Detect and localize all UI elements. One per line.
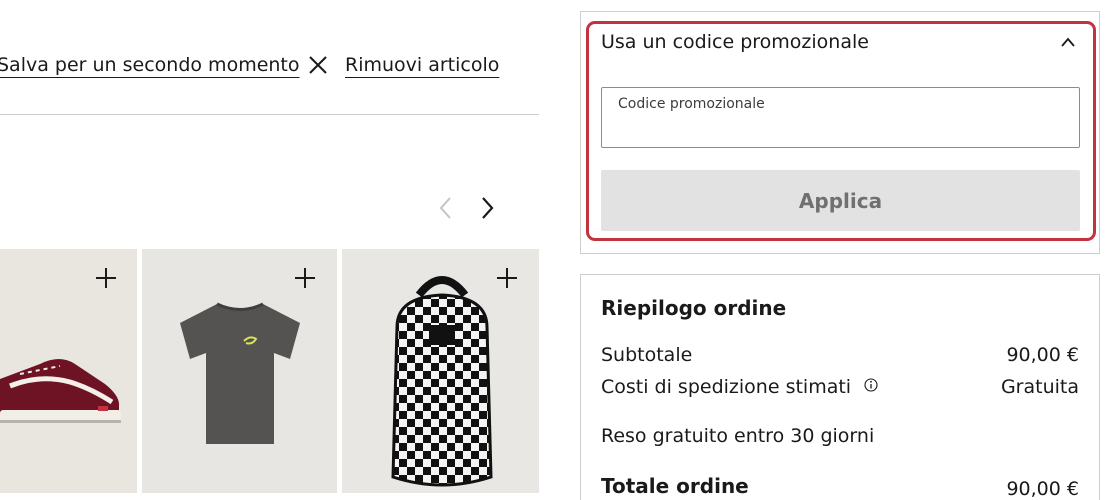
total-label: Totale ordine — [601, 474, 749, 498]
carousel-prev-icon[interactable] — [434, 195, 458, 221]
free-returns-text: Reso gratuito entro 30 giorni — [601, 425, 875, 447]
tshirt-image — [180, 302, 300, 444]
product-tile-shoe[interactable] — [0, 249, 137, 493]
plus-icon[interactable] — [94, 266, 118, 290]
shoe-image — [0, 359, 121, 423]
order-summary-title: Riepilogo ordine — [601, 296, 787, 320]
section-divider — [0, 114, 539, 115]
promo-code-label: Codice promozionale — [618, 96, 765, 112]
product-tile-tshirt[interactable] — [142, 249, 337, 493]
info-icon[interactable] — [864, 378, 878, 392]
product-tile-backpack[interactable] — [342, 249, 539, 493]
carousel-next-icon[interactable] — [475, 195, 499, 221]
remove-item-control[interactable]: Rimuovi articolo — [307, 54, 499, 76]
backpack-image — [391, 276, 493, 487]
promo-code-field[interactable]: Codice promozionale — [601, 87, 1080, 148]
shipping-label: Costi di spedizione stimati — [601, 376, 852, 398]
promo-code-input[interactable] — [617, 118, 1067, 142]
save-for-later-link[interactable]: Salva per un secondo momento — [0, 54, 300, 76]
shipping-row: Costi di spedizione stimati — [601, 376, 878, 398]
promo-code-toggle[interactable]: Usa un codice promozionale — [601, 31, 869, 53]
plus-icon[interactable] — [293, 266, 317, 290]
subtotal-label: Subtotale — [601, 344, 693, 366]
remove-item-link[interactable]: Rimuovi articolo — [345, 54, 499, 76]
chevron-up-icon[interactable] — [1059, 34, 1077, 50]
shipping-value: Gratuita — [1000, 376, 1079, 398]
total-value: 90,00 € — [1006, 478, 1079, 500]
close-icon[interactable] — [307, 54, 329, 76]
apply-button[interactable]: Applica — [601, 170, 1080, 231]
subtotal-value: 90,00 € — [1006, 344, 1079, 366]
